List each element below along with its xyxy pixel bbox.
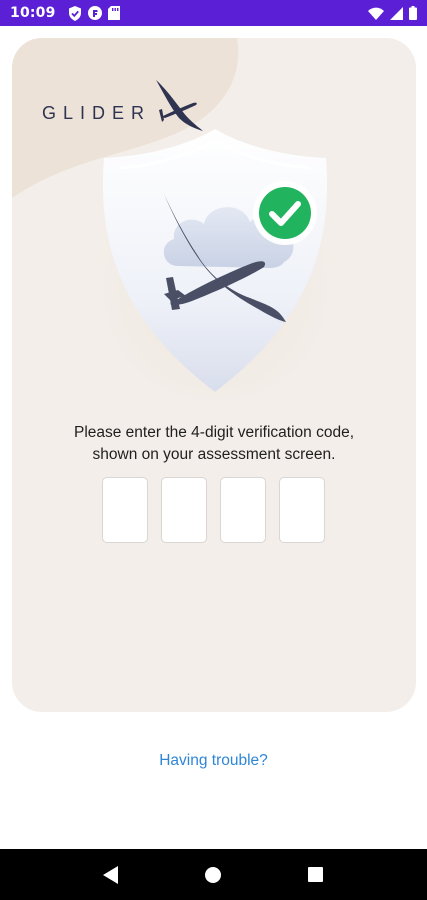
system-nav-bar [0, 849, 427, 900]
back-icon [103, 865, 119, 884]
verification-instructions: Please enter the 4-digit verification co… [12, 422, 416, 466]
status-system-icons [368, 6, 417, 20]
instruction-line-1: Please enter the 4-digit verification co… [73, 424, 355, 441]
brand-name: GLIDER [42, 102, 152, 123]
status-time: 10:09 [10, 5, 56, 21]
verification-card: GLIDER Please enter the 4-digit verifica… [12, 38, 416, 712]
check-circle-icon [253, 181, 317, 245]
nav-home-button[interactable] [193, 855, 233, 895]
nav-recents-button[interactable] [296, 855, 336, 895]
nav-back-button[interactable] [91, 855, 131, 895]
code-digit-1-input[interactable] [102, 477, 148, 543]
signal-icon [390, 6, 403, 20]
verification-code-inputs [102, 477, 325, 543]
code-digit-4-input[interactable] [279, 477, 325, 543]
code-digit-3-input[interactable] [220, 477, 266, 543]
status-notification-icons [68, 5, 120, 21]
shield-illustration [97, 126, 333, 405]
having-trouble-link[interactable]: Having trouble? [0, 752, 427, 770]
instruction-line-2: shown on your assessment screen. [92, 446, 336, 463]
shield-icon [97, 129, 333, 401]
recents-icon [308, 867, 324, 882]
status-bar: 10:09 [0, 0, 427, 26]
home-icon [205, 866, 222, 883]
sd-card-icon [107, 6, 120, 20]
wifi-icon [368, 7, 384, 20]
shield-icon [68, 5, 82, 21]
battery-icon [409, 6, 417, 20]
badge-icon [87, 6, 102, 20]
code-digit-2-input[interactable] [161, 477, 207, 543]
